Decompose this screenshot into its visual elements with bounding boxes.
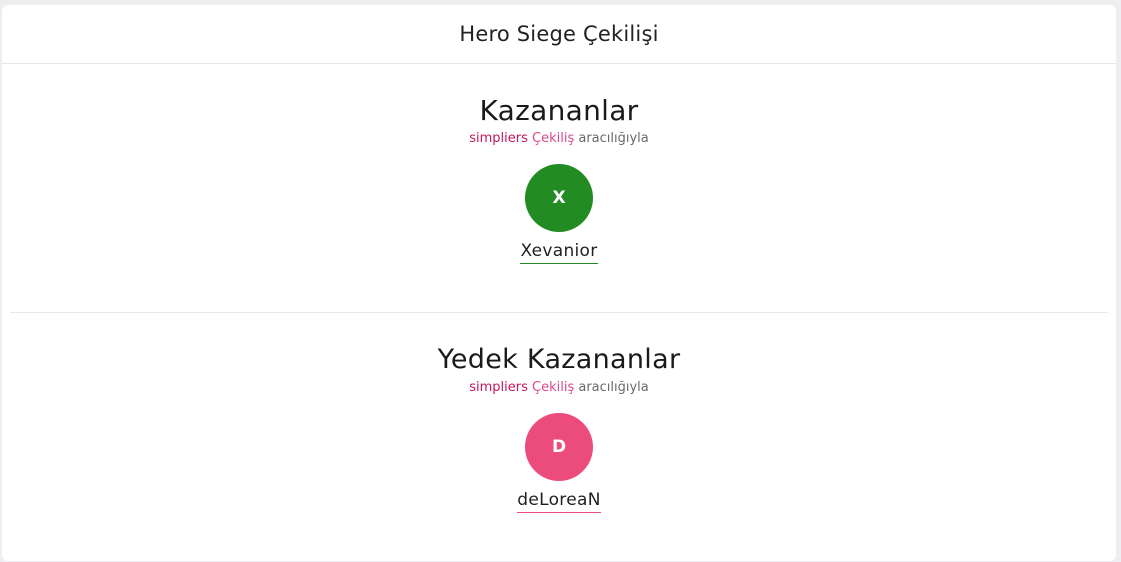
backup-winners-title: Yedek Kazananlar xyxy=(437,344,681,375)
brand-link[interactable]: simpliers xyxy=(469,380,528,395)
giveaway-results-card: Hero Siege Çekilişi Kazananlar simpliers… xyxy=(2,5,1116,561)
product-link[interactable]: Çekiliş xyxy=(532,131,574,146)
backup-winners-byline: simpliers Çekiliş aracılığıyla xyxy=(2,379,1116,397)
byline-suffix: aracılığıyla xyxy=(578,380,649,395)
avatar-initial: X xyxy=(552,188,566,208)
byline-suffix: aracılığıyla xyxy=(578,131,649,146)
backup-winners-section: Yedek Kazananlar simpliers Çekiliş aracı… xyxy=(2,342,1116,513)
brand-link[interactable]: simpliers xyxy=(469,131,528,146)
winners-byline: simpliers Çekiliş aracılığıyla xyxy=(2,130,1116,148)
section-divider xyxy=(10,312,1108,313)
backup-winner-name-link[interactable]: deLoreaN xyxy=(517,488,601,513)
page-title: Hero Siege Çekilişi xyxy=(2,5,1116,64)
winner-name-link[interactable]: Xevanior xyxy=(520,239,598,264)
avatar-initial: D xyxy=(551,437,567,457)
winners-section: Kazananlar simpliers Çekiliş aracılığıyl… xyxy=(2,93,1116,264)
winners-title: Kazananlar xyxy=(479,94,639,127)
avatar: D xyxy=(525,413,593,481)
product-link[interactable]: Çekiliş xyxy=(532,380,574,395)
avatar: X xyxy=(525,164,593,232)
